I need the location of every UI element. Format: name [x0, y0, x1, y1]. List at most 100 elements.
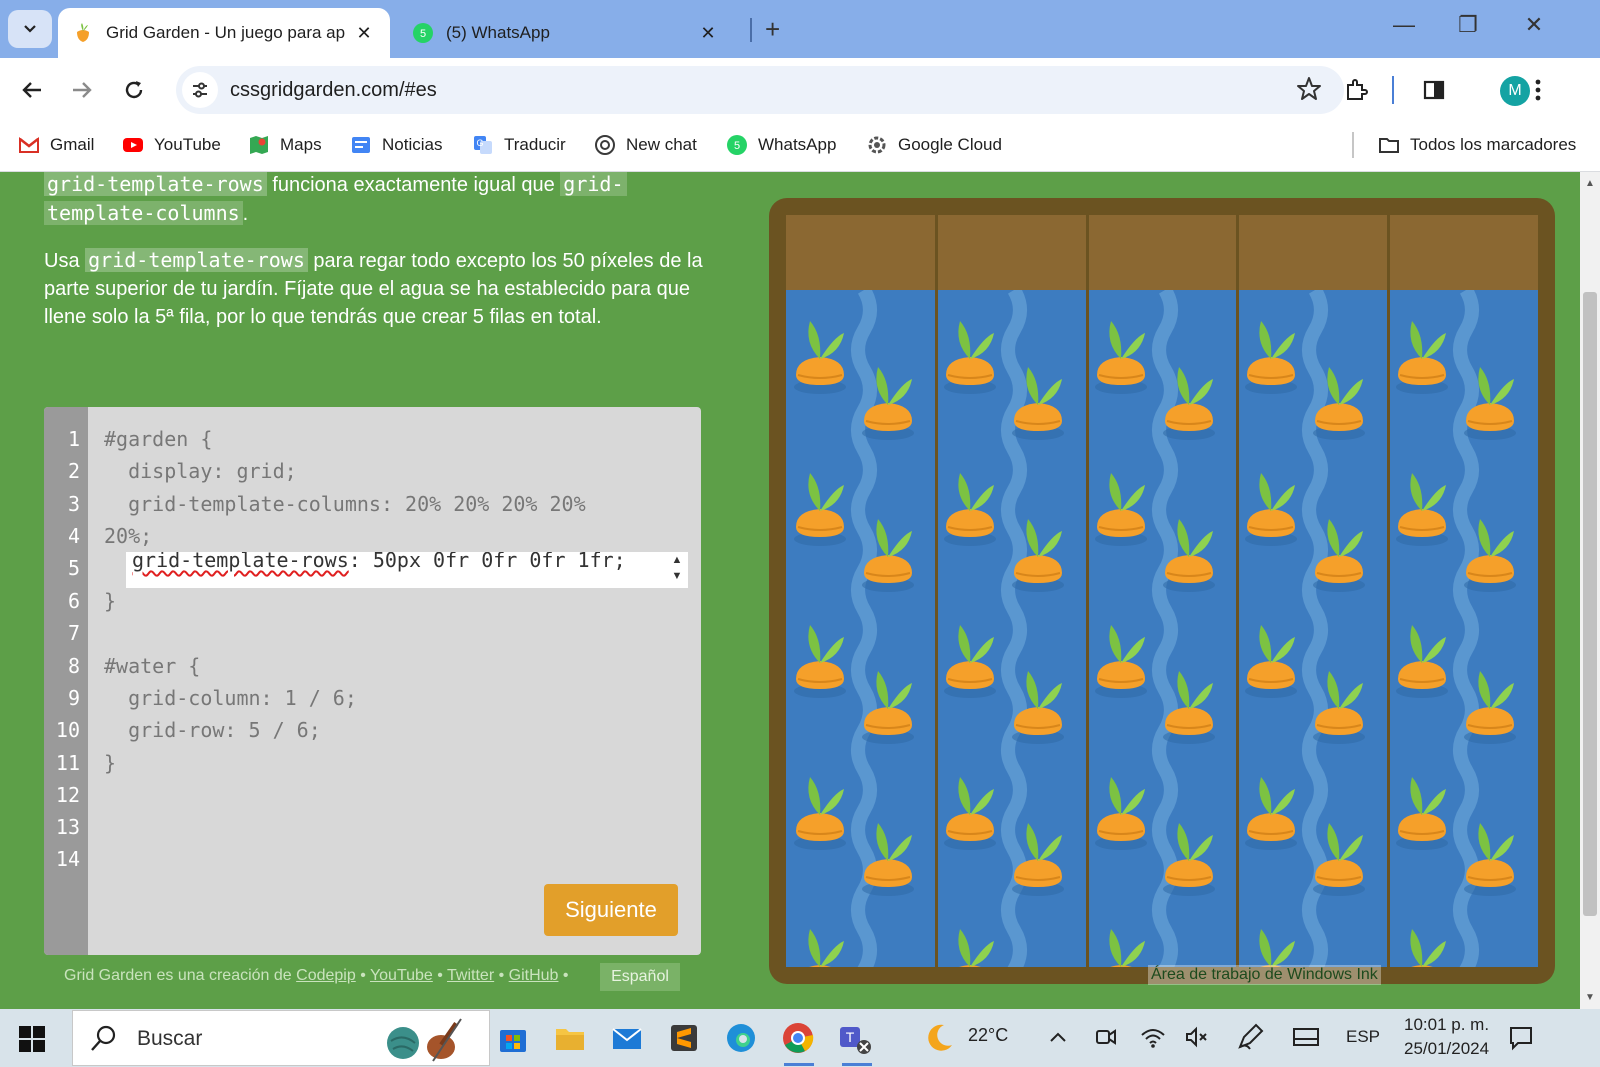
taskbar-teams[interactable]: T: [834, 1017, 876, 1059]
address-bar[interactable]: cssgridgarden.com/#es: [176, 66, 1344, 114]
store-icon: [500, 1030, 526, 1052]
bookmark-maps[interactable]: Maps: [248, 134, 322, 156]
extensions-button[interactable]: [1338, 72, 1374, 108]
scroll-up-arrow-icon[interactable]: ▲: [1580, 178, 1600, 189]
carrot: [1241, 769, 1301, 851]
volume-muted-icon[interactable]: [1184, 1025, 1210, 1049]
twitter-link[interactable]: Twitter: [447, 967, 494, 984]
touch-keyboard-icon[interactable]: [1292, 1025, 1320, 1049]
scroll-up-arrow-icon[interactable]: ▲: [670, 554, 684, 568]
taskbar-chrome[interactable]: [777, 1017, 819, 1059]
active-app-indicator: [842, 1063, 872, 1066]
bookmark-youtube[interactable]: YouTube: [122, 134, 221, 156]
codepip-link[interactable]: Codepip: [296, 967, 356, 984]
svg-text:G: G: [476, 138, 483, 148]
code-line: grid-column: 1 / 6;: [104, 686, 357, 710]
minimize-button[interactable]: —: [1384, 12, 1424, 38]
carrot: [1091, 921, 1151, 967]
youtube-link[interactable]: YouTube: [370, 967, 433, 984]
page-scrollbar[interactable]: ▲ ▼: [1580, 172, 1600, 1009]
language-selector[interactable]: Español: [600, 963, 680, 991]
tab-title: Grid Garden - Un juego para ap: [106, 23, 346, 42]
system-clock[interactable]: 10:01 p. m. 25/01/2024: [1404, 1013, 1489, 1061]
bookmarks-bar: Gmail YouTube Maps Noticias G Traducir N…: [0, 122, 1600, 172]
bookmark-whatsapp[interactable]: 5 WhatsApp: [726, 134, 836, 156]
chevron-up-icon[interactable]: [1048, 1029, 1068, 1045]
taskbar-store[interactable]: [492, 1017, 534, 1059]
svg-text:5: 5: [734, 140, 740, 152]
close-tab-icon[interactable]: ✕: [352, 23, 376, 44]
windows-start-icon[interactable]: [18, 1025, 46, 1053]
carrot: [1460, 663, 1520, 745]
close-window-button[interactable]: ✕: [1514, 12, 1554, 38]
carrot: [790, 617, 850, 699]
browser-toolbar: cssgridgarden.com/#es M: [0, 58, 1600, 122]
carrot: [1241, 465, 1301, 547]
search-placeholder: Buscar: [137, 1027, 203, 1050]
close-tab-icon[interactable]: ✕: [696, 23, 720, 44]
back-button[interactable]: [14, 72, 50, 108]
bookmark-new-chat[interactable]: New chat: [594, 134, 697, 156]
forward-button[interactable]: [64, 72, 100, 108]
tab-strip: Grid Garden - Un juego para ap ✕ 5 (5) W…: [0, 0, 1600, 58]
carrot: [790, 313, 850, 395]
bookmark-traducir[interactable]: G Traducir: [472, 134, 566, 156]
carrot: [1460, 815, 1520, 897]
scrollbar-thumb[interactable]: [1583, 292, 1597, 916]
bookmark-star-button[interactable]: [1296, 76, 1322, 107]
tab-grid-garden[interactable]: Grid Garden - Un juego para ap ✕: [58, 8, 390, 58]
carrot: [1309, 511, 1369, 593]
news-icon: [352, 137, 370, 153]
meet-now-icon[interactable]: [1094, 1025, 1118, 1049]
url-text[interactable]: cssgridgarden.com/#es: [230, 79, 437, 102]
wifi-icon[interactable]: [1140, 1025, 1166, 1049]
taskbar-edge[interactable]: [720, 1017, 762, 1059]
menu-button[interactable]: [1520, 72, 1556, 108]
carrot: [1159, 359, 1219, 441]
site-info-button[interactable]: [182, 72, 218, 108]
input-language[interactable]: ESP: [1346, 1027, 1380, 1047]
bookmark-noticias[interactable]: Noticias: [350, 134, 442, 156]
restore-button[interactable]: ❐: [1448, 12, 1488, 38]
side-panel-button[interactable]: [1416, 72, 1452, 108]
carrot: [858, 663, 918, 745]
carrot: [1241, 921, 1301, 967]
scroll-down-arrow-icon[interactable]: ▼: [670, 570, 684, 584]
edge-icon: [727, 1024, 755, 1052]
pen-ink-icon[interactable]: [1236, 1023, 1264, 1051]
notifications-icon[interactable]: [1508, 1025, 1534, 1051]
css-answer-text[interactable]: grid-template-rows: 50px 0fr 0fr 0fr 1fr…: [132, 552, 652, 572]
taskbar-file-explorer[interactable]: [549, 1017, 591, 1059]
weather-temperature[interactable]: 22°C: [968, 1025, 1008, 1046]
taskbar-search[interactable]: Buscar: [72, 1010, 490, 1066]
carrot: [1309, 663, 1369, 745]
credits-text: Grid Garden es una creación de: [64, 967, 297, 984]
tab-whatsapp[interactable]: 5 (5) WhatsApp ✕: [398, 8, 734, 58]
maps-icon: [250, 136, 268, 154]
teams-icon: T: [840, 1027, 871, 1054]
carrot: [1460, 359, 1520, 441]
all-bookmarks-folder[interactable]: Todos los marcadores: [1378, 134, 1576, 156]
garden-column-line: [1236, 215, 1240, 967]
bookmark-gmail[interactable]: Gmail: [18, 134, 94, 156]
github-link[interactable]: GitHub: [509, 967, 559, 984]
folder-icon: [556, 1029, 584, 1050]
mail-icon: [612, 1028, 642, 1049]
reload-button[interactable]: [116, 72, 152, 108]
page-content: grid-template-rows funciona exactamente …: [0, 172, 1580, 1009]
scroll-down-arrow-icon[interactable]: ▼: [1580, 992, 1600, 1003]
instructions-paragraph-2: Usa grid-template-rows para regar todo e…: [44, 246, 704, 331]
carrot: [1392, 313, 1452, 395]
dirt-row: [786, 215, 1538, 290]
tab-search-button[interactable]: [8, 10, 52, 48]
next-button[interactable]: Siguiente: [544, 884, 678, 936]
line-number-gutter: 1 2 3 4 5 6 7 8 9 10 11 12 13 14: [44, 407, 88, 955]
css-answer-input[interactable]: grid-template-rows: 50px 0fr 0fr 0fr 1fr…: [126, 552, 688, 588]
line-number: 8: [67, 654, 80, 678]
translate-icon: G: [474, 136, 492, 154]
new-tab-button[interactable]: +: [765, 14, 780, 45]
taskbar-sublime[interactable]: [663, 1017, 705, 1059]
taskbar-mail[interactable]: [606, 1017, 648, 1059]
carrot: [790, 465, 850, 547]
bookmark-google-cloud[interactable]: Google Cloud: [866, 134, 1002, 156]
